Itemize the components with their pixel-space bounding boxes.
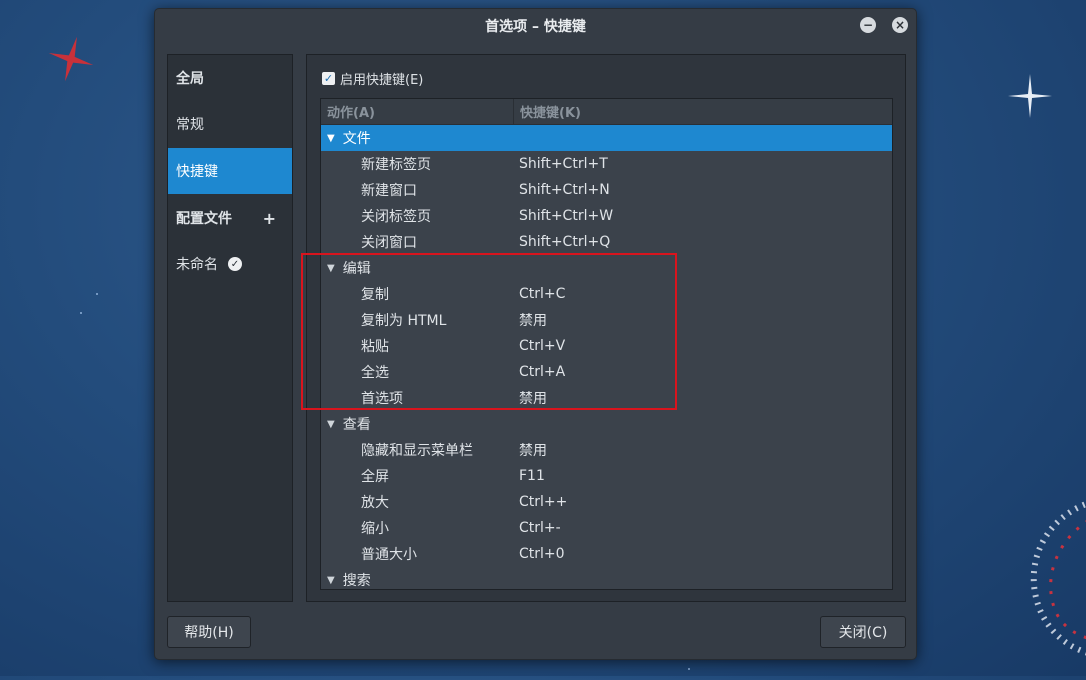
category-row-view[interactable]: ▼ 查看: [321, 411, 892, 437]
sidebar-item-label: 快捷键: [176, 164, 218, 180]
help-button[interactable]: 帮助(H): [167, 616, 251, 648]
sidebar: 全局 常规 快捷键 配置文件 + 未命名 ✓: [167, 54, 293, 602]
action-cell: 放大: [361, 495, 389, 511]
shortcuts-table: 动作(A) 快捷键(K) ▼ 文件 新建标签页 Shift+Ctrl+T 新建窗口…: [320, 98, 893, 590]
expand-arrow-icon[interactable]: ▼: [327, 575, 335, 586]
shortcut-cell[interactable]: Ctrl++: [519, 494, 892, 510]
sidebar-heading-profiles: 配置文件 +: [176, 208, 276, 228]
action-cell: 关闭窗口: [361, 235, 417, 251]
table-row[interactable]: 复制 Ctrl+C: [321, 281, 892, 307]
expand-arrow-icon[interactable]: ▼: [327, 133, 335, 144]
action-cell: 隐藏和显示菜单栏: [361, 443, 473, 459]
table-row[interactable]: 关闭标签页 Shift+Ctrl+W: [321, 203, 892, 229]
sidebar-item-profile-unnamed[interactable]: 未命名 ✓: [168, 241, 292, 287]
table-row[interactable]: 复制为 HTML 禁用: [321, 307, 892, 333]
white-star-decoration: [1008, 74, 1052, 118]
window-title: 首选项 – 快捷键: [485, 19, 586, 35]
action-cell: 关闭标签页: [361, 209, 431, 225]
expand-arrow-icon[interactable]: ▼: [327, 263, 335, 274]
action-cell: 粘贴: [361, 339, 389, 355]
shortcut-cell[interactable]: 禁用: [519, 440, 892, 460]
shortcuts-panel: ✓ 启用快捷键(E) 动作(A) 快捷键(K) ▼ 文件 新建标签页 Shift+…: [306, 54, 906, 602]
table-row[interactable]: 全选 Ctrl+A: [321, 359, 892, 385]
table-row[interactable]: 隐藏和显示菜单栏 禁用: [321, 437, 892, 463]
minimize-icon: −: [862, 18, 874, 32]
column-header-action[interactable]: 动作(A): [321, 99, 514, 124]
shortcut-cell[interactable]: Ctrl+V: [519, 338, 892, 354]
shortcut-cell[interactable]: Shift+Ctrl+N: [519, 182, 892, 198]
action-cell: 新建窗口: [361, 183, 417, 199]
action-cell: 缩小: [361, 521, 389, 537]
action-cell: 首选项: [361, 391, 403, 407]
action-cell: 复制: [361, 287, 389, 303]
shortcut-cell[interactable]: Ctrl+-: [519, 520, 892, 536]
category-row-file[interactable]: ▼ 文件: [321, 125, 892, 151]
shortcut-cell[interactable]: Ctrl+0: [519, 546, 892, 562]
shortcut-cell[interactable]: Shift+Ctrl+T: [519, 156, 892, 172]
sidebar-item-label: 未命名: [176, 257, 218, 273]
shortcut-cell[interactable]: Ctrl+A: [519, 364, 892, 380]
table-row[interactable]: 缩小 Ctrl+-: [321, 515, 892, 541]
column-header-shortcut[interactable]: 快捷键(K): [514, 99, 892, 124]
sidebar-item-label: 常规: [176, 117, 204, 133]
action-cell: 全屏: [361, 469, 389, 485]
sidebar-item-shortcuts[interactable]: 快捷键: [168, 148, 292, 194]
table-row[interactable]: 关闭窗口 Shift+Ctrl+Q: [321, 229, 892, 255]
expand-arrow-icon[interactable]: ▼: [327, 419, 335, 430]
titlebar[interactable]: 首选项 – 快捷键 − ×: [155, 9, 916, 43]
table-row[interactable]: 放大 Ctrl++: [321, 489, 892, 515]
sidebar-heading-global: 全局: [176, 71, 204, 87]
close-button[interactable]: 关闭(C): [820, 616, 906, 648]
default-profile-check-icon: ✓: [228, 257, 242, 271]
swirl-decoration: [1030, 500, 1086, 656]
shortcut-cell[interactable]: 禁用: [519, 310, 892, 330]
enable-shortcuts-label: 启用快捷键(E): [340, 73, 424, 88]
action-cell: 新建标签页: [361, 157, 431, 173]
enable-shortcuts-checkbox[interactable]: ✓ 启用快捷键(E): [322, 69, 423, 88]
table-row[interactable]: 新建标签页 Shift+Ctrl+T: [321, 151, 892, 177]
table-row[interactable]: 全屏 F11: [321, 463, 892, 489]
close-window-button[interactable]: ×: [892, 17, 908, 33]
action-cell: 普通大小: [361, 547, 417, 563]
category-row-search[interactable]: ▼ 搜索: [321, 567, 892, 589]
shortcut-cell[interactable]: Ctrl+C: [519, 286, 892, 302]
table-row[interactable]: 首选项 禁用: [321, 385, 892, 411]
table-row[interactable]: 新建窗口 Shift+Ctrl+N: [321, 177, 892, 203]
action-cell: 全选: [361, 365, 389, 381]
table-row[interactable]: 粘贴 Ctrl+V: [321, 333, 892, 359]
red-star-decoration: [48, 36, 94, 82]
sidebar-item-general[interactable]: 常规: [168, 101, 292, 147]
add-profile-icon[interactable]: +: [263, 209, 276, 228]
preferences-dialog: 首选项 – 快捷键 − × 全局 常规 快捷键 配置文件 + 未命名 ✓ ✓ 启…: [154, 8, 917, 660]
shortcut-cell[interactable]: Shift+Ctrl+Q: [519, 234, 892, 250]
action-cell: 复制为 HTML: [361, 313, 447, 329]
checkbox-checked-icon[interactable]: ✓: [322, 72, 335, 85]
table-header: 动作(A) 快捷键(K): [321, 99, 892, 125]
shortcut-cell[interactable]: F11: [519, 468, 892, 484]
minimize-button[interactable]: −: [860, 17, 876, 33]
category-row-edit[interactable]: ▼ 编辑: [321, 255, 892, 281]
shortcut-cell[interactable]: Shift+Ctrl+W: [519, 208, 892, 224]
table-row[interactable]: 普通大小 Ctrl+0: [321, 541, 892, 567]
shortcut-cell[interactable]: 禁用: [519, 388, 892, 408]
close-icon: ×: [894, 18, 906, 32]
